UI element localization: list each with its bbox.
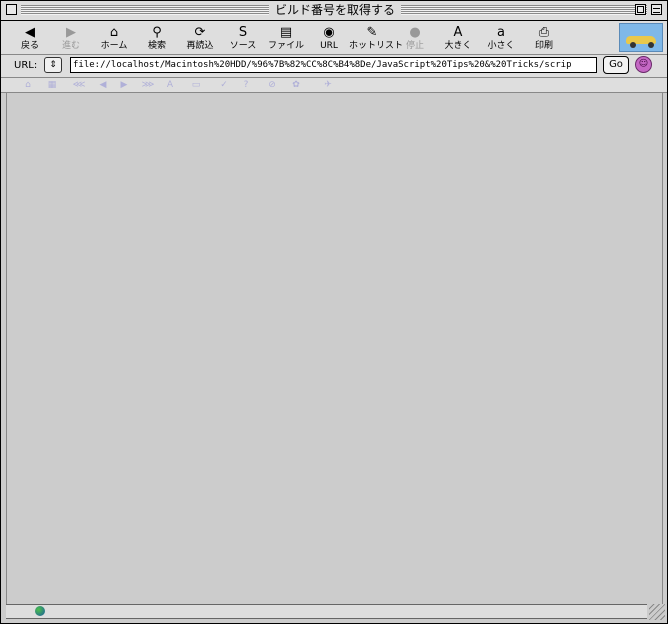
grid-icon[interactable]: ▦ xyxy=(45,79,59,91)
reload-icon: ⟳ xyxy=(194,25,206,40)
page-content[interactable] xyxy=(6,93,663,604)
toolbar-button-url-globe[interactable]: ◉ URL xyxy=(306,23,352,55)
settings-icon[interactable]: ✿ xyxy=(289,79,303,91)
url-input[interactable]: file://localhost/Macintosh%20HDD/%96%7B%… xyxy=(70,57,597,73)
toolbar-button-print[interactable]: ⎙ 印刷 xyxy=(521,23,567,55)
back-arrow-icon: ◀ xyxy=(25,25,35,40)
source-icon: S xyxy=(238,25,248,40)
toolbar-button-label: ファイル xyxy=(267,41,304,51)
navigation-bar: ⌂ ▦ ⋘ ◀ ▶ ⋙ A ▭ ✓? ⊘ ✿ ✈ xyxy=(1,78,667,93)
close-box[interactable] xyxy=(6,4,17,15)
check-icon[interactable]: ✓ xyxy=(217,79,231,91)
window-title: ビルド番号を取得する xyxy=(269,3,402,18)
doc-icon[interactable]: ▭ xyxy=(189,79,203,91)
toolbar-button-label: 大きく xyxy=(444,41,472,51)
stop-icon: ● xyxy=(409,25,421,40)
send-icon[interactable]: ✈ xyxy=(321,79,335,91)
print-icon: ⎙ xyxy=(538,25,550,40)
toolbar-button-label: 小さく xyxy=(487,41,515,51)
toolbar-button-label: ホットリスト xyxy=(349,41,404,51)
home-icon: ⌂ xyxy=(109,25,119,40)
smiley-icon[interactable]: ☺ xyxy=(635,56,652,73)
link-icon[interactable]: ⊘ xyxy=(265,79,279,91)
toolbar-button-file[interactable]: ▤ ファイル xyxy=(263,23,309,55)
url-history-stepper[interactable]: ⇕ xyxy=(44,57,62,73)
toolbar-button-label: 戻る xyxy=(20,41,39,51)
toolbar-button-forward-arrow: ▶ 進む xyxy=(48,23,94,55)
first-icon[interactable]: ⋘ xyxy=(72,79,86,91)
globe-icon xyxy=(35,606,45,616)
forward-arrow-icon: ▶ xyxy=(66,25,76,40)
url-globe-icon: ◉ xyxy=(323,25,335,40)
toolbar-button-back-arrow[interactable]: ◀ 戻る xyxy=(7,23,53,55)
larger-text-icon: A xyxy=(453,25,463,40)
toolbar-button-larger-text[interactable]: A 大きく xyxy=(435,23,481,55)
toolbar-button-label: 停止 xyxy=(405,41,424,51)
title-bar[interactable]: ビルド番号を取得する xyxy=(1,1,667,21)
go-button[interactable]: Go xyxy=(603,56,629,74)
help-icon[interactable]: ? xyxy=(239,79,253,91)
toolbar-button-label: 検索 xyxy=(147,41,166,51)
smaller-text-icon: a xyxy=(497,25,505,40)
text-icon[interactable]: A xyxy=(163,79,177,91)
hotlist-icon: ✎ xyxy=(366,25,378,40)
toolbar-button-hotlist[interactable]: ✎ ホットリスト xyxy=(349,23,404,55)
toolbar-button-search[interactable]: ⚲ 検索 xyxy=(134,23,180,55)
url-label: URL: xyxy=(14,60,38,71)
toolbar-button-label: URL xyxy=(320,41,338,51)
search-icon: ⚲ xyxy=(152,25,162,40)
status-bar xyxy=(6,604,647,619)
toolbar-button-label: 進む xyxy=(61,41,80,51)
toolbar-button-label: ソース xyxy=(229,41,257,51)
file-icon: ▤ xyxy=(279,25,293,40)
browser-window: ビルド番号を取得する ◀ 戻る ▶ 進む ⌂ ホーム ⚲ 検索 ⟳ 再読込 S ソース ▤ ファイル ◉ UR… xyxy=(0,0,668,624)
last-icon[interactable]: ⋙ xyxy=(141,79,155,91)
toolbar-button-source[interactable]: S ソース xyxy=(220,23,266,55)
toolbar: ◀ 戻る ▶ 進む ⌂ ホーム ⚲ 検索 ⟳ 再読込 S ソース ▤ ファイル ◉ URL ✎ ホットリスト ● 停止… xyxy=(1,21,667,55)
toolbar-button-label: ホーム xyxy=(100,41,128,51)
toolbar-button-label: 再読込 xyxy=(186,41,214,51)
url-bar: URL: ⇕ file://localhost/Macintosh%20HDD/… xyxy=(1,55,667,78)
toolbar-button-reload[interactable]: ⟳ 再読込 xyxy=(177,23,223,55)
next-icon[interactable]: ▶ xyxy=(117,79,131,91)
toolbar-button-home[interactable]: ⌂ ホーム xyxy=(91,23,137,55)
resize-handle[interactable] xyxy=(649,604,665,620)
toolbar-button-stop: ● 停止 xyxy=(392,23,438,55)
toolbar-button-label: 印刷 xyxy=(534,41,553,51)
browser-logo[interactable] xyxy=(619,23,663,52)
home-nav-icon[interactable]: ⌂ xyxy=(21,79,35,91)
collapse-box[interactable] xyxy=(651,4,662,15)
zoom-box[interactable] xyxy=(635,4,646,15)
prev-icon[interactable]: ◀ xyxy=(96,79,110,91)
toolbar-button-smaller-text[interactable]: a 小さく xyxy=(478,23,524,55)
